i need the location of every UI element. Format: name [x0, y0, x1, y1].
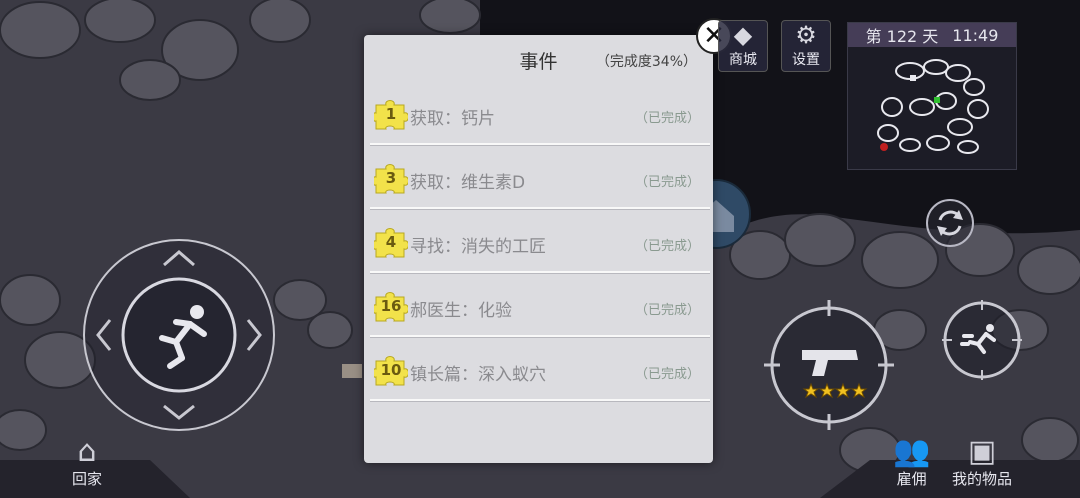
refresh-button[interactable] [925, 198, 975, 248]
event-number: 10 [380, 361, 402, 379]
event-number: 1 [385, 105, 397, 123]
sprint-button[interactable] [942, 300, 1022, 380]
event-number: 16 [380, 297, 402, 315]
gear-icon: ⚙ [795, 21, 817, 49]
puzzle-icon: 16 [374, 291, 408, 323]
minimap-paths [877, 59, 989, 154]
people-icon: 👥 [893, 434, 931, 469]
shop-label: 商城 [729, 52, 757, 68]
puzzle-icon: 10 [374, 355, 408, 387]
event-item[interactable]: 10 镇长篇：深入蚁穴 （已完成） [370, 341, 710, 401]
attack-button[interactable] [764, 300, 894, 430]
clock-time: 11:49 [952, 25, 999, 45]
event-name: 获取：钙片 [410, 109, 495, 129]
chest-icon: ▣ [967, 434, 997, 469]
event-item[interactable]: 16 郝医生：化验 （已完成） [370, 277, 710, 337]
event-name: 寻找：消失的工匠 [410, 237, 546, 257]
event-name: 获取：维生素D [410, 173, 526, 193]
puzzle-icon: 4 [374, 227, 408, 259]
event-status: （已完成） [634, 175, 700, 190]
inventory-label: 我的物品 [952, 470, 1013, 488]
settings-label: 设置 [792, 52, 820, 68]
puzzle-icon: 1 [374, 99, 408, 131]
event-dialog: 事件 （完成度34%） 1 获取：钙片 （已完成） 3 获取：维生素D （已完成… [364, 35, 713, 463]
event-status: （已完成） [634, 367, 700, 382]
home-button[interactable]: ⌂ 回家 [72, 436, 102, 489]
day-label: 第 122 天 [865, 27, 939, 46]
day-time-bar: 第 122 天 11:49 [848, 23, 1016, 47]
shop-button[interactable]: ◆ 商城 [718, 20, 768, 72]
event-name: 镇长篇：深入蚁穴 [410, 365, 546, 385]
event-status: （已完成） [634, 111, 700, 126]
event-item[interactable]: 3 获取：维生素D （已完成） [370, 149, 710, 209]
hire-label: 雇佣 [896, 470, 927, 488]
hire-button[interactable]: 👥 雇佣 [893, 436, 930, 489]
puzzle-icon: 3 [374, 163, 408, 195]
movement-joystick[interactable] [82, 238, 276, 432]
diamond-icon: ◆ [733, 21, 753, 49]
event-name: 郝医生：化验 [410, 301, 512, 321]
home-label: 回家 [72, 470, 103, 488]
event-item[interactable]: 4 寻找：消失的工匠 （已完成） [370, 213, 710, 273]
house-icon: ⌂ [77, 434, 97, 469]
inventory-button[interactable]: ▣ 我的物品 [952, 436, 1012, 489]
event-status: （已完成） [634, 303, 700, 318]
event-number: 4 [385, 233, 397, 251]
minimap[interactable]: 第 122 天 11:49 [847, 22, 1017, 170]
event-item[interactable]: 1 获取：钙片 （已完成） [370, 85, 710, 145]
event-status: （已完成） [634, 239, 700, 254]
settings-button[interactable]: ⚙ 设置 [781, 20, 831, 72]
event-number: 3 [385, 169, 397, 187]
completion-progress: （完成度34%） [595, 54, 697, 70]
